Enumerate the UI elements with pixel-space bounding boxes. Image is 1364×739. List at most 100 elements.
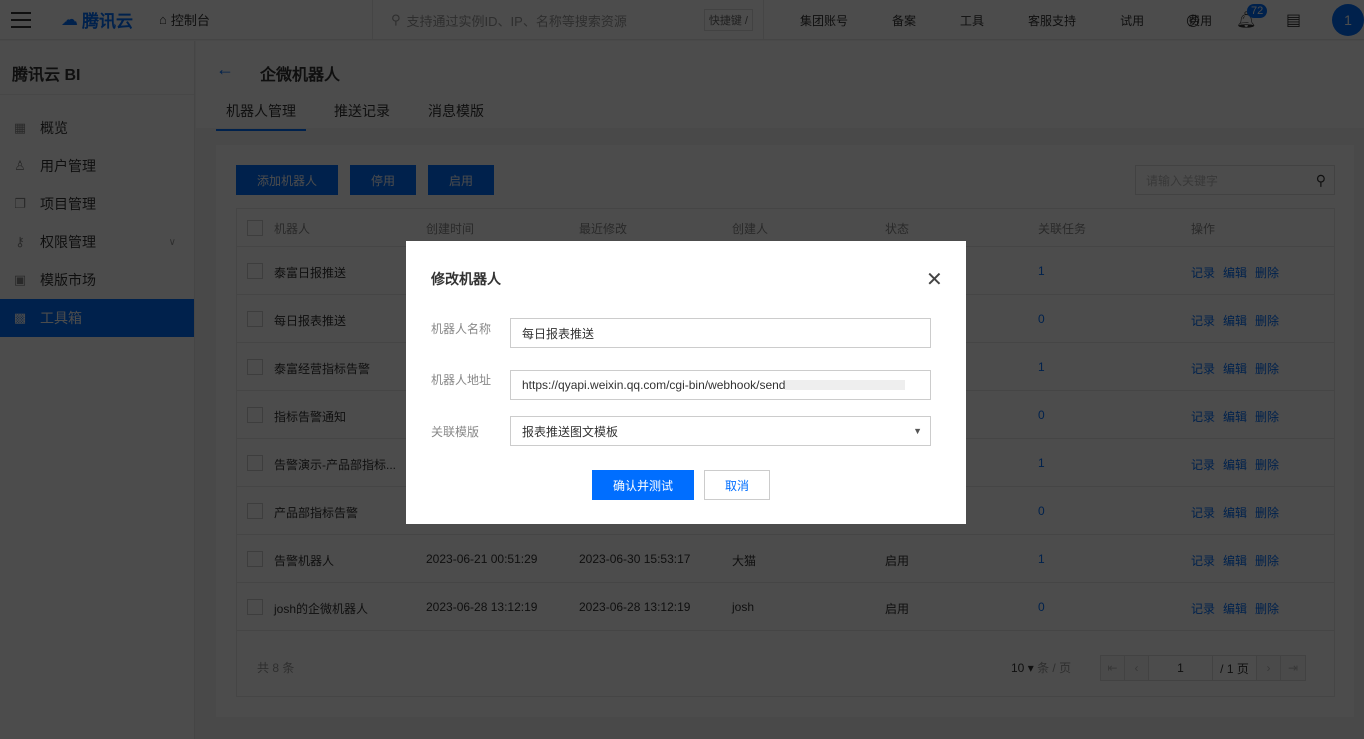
robot-name-input[interactable]: 每日报表推送 xyxy=(510,318,931,348)
disable-button[interactable]: 停用 xyxy=(350,165,416,195)
sidebar-item-users[interactable]: ♙ 用户管理 xyxy=(0,147,194,185)
cell-tasks[interactable]: 0 xyxy=(1038,504,1045,518)
action-edit-link[interactable]: 编辑 xyxy=(1223,600,1247,617)
add-robot-button[interactable]: 添加机器人 xyxy=(236,165,338,195)
action-records-link[interactable]: 记录 xyxy=(1191,408,1215,425)
action-delete-link[interactable]: 删除 xyxy=(1255,312,1279,329)
toolbox-icon: ▩ xyxy=(13,310,27,325)
next-page-icon[interactable]: › xyxy=(1257,656,1281,680)
brand-logo[interactable]: ☁ 腾讯云 xyxy=(61,7,133,32)
prev-page-icon[interactable]: ‹ xyxy=(1125,656,1149,680)
row-checkbox[interactable] xyxy=(247,311,263,327)
nav-group-account[interactable]: 集团账号 xyxy=(800,12,848,29)
cell-tasks[interactable]: 0 xyxy=(1038,312,1045,326)
sidebar: 腾讯云 BI ▦ 概览 ♙ 用户管理 ❐ 项目管理 ⚷ 权限管理 ∨ ▣ 模版市场 ▩ 工具箱 xyxy=(0,41,195,739)
name-label: 机器人名称 xyxy=(431,322,492,336)
action-records-link[interactable]: 记录 xyxy=(1191,552,1215,569)
action-delete-link[interactable]: 删除 xyxy=(1255,552,1279,569)
row-checkbox[interactable] xyxy=(247,503,263,519)
back-arrow-icon[interactable]: ← xyxy=(216,59,234,80)
cell-tasks[interactable]: 0 xyxy=(1038,408,1045,422)
action-delete-link[interactable]: 删除 xyxy=(1255,504,1279,521)
action-edit-link[interactable]: 编辑 xyxy=(1223,360,1247,377)
sidebar-item-toolbox[interactable]: ▩ 工具箱 xyxy=(0,299,194,337)
confirm-test-button[interactable]: 确认并测试 xyxy=(592,470,694,500)
template-value: 报表推送图文模板 xyxy=(522,424,619,439)
page-size-select[interactable]: 10 ▾ 条 / 页 xyxy=(1011,659,1071,676)
cell-tasks[interactable]: 1 xyxy=(1038,360,1045,374)
cell-tasks[interactable]: 1 xyxy=(1038,456,1045,470)
action-delete-link[interactable]: 删除 xyxy=(1255,264,1279,281)
select-all-checkbox[interactable] xyxy=(247,220,263,236)
action-delete-link[interactable]: 删除 xyxy=(1255,600,1279,617)
finance-icon[interactable]: ◎ xyxy=(1186,10,1200,30)
cell-name: 泰富日报推送 xyxy=(274,266,347,280)
chevron-down-icon: ∨ xyxy=(168,236,176,248)
search-icon[interactable]: ⚲ xyxy=(1316,172,1326,189)
page-total: / 1 页 xyxy=(1213,656,1257,680)
row-checkbox[interactable] xyxy=(247,263,263,279)
sidebar-item-label: 用户管理 xyxy=(40,158,96,174)
search-placeholder: 支持通过实例ID、IP、名称等搜索资源 xyxy=(406,13,627,29)
cloud-icon: ☁ xyxy=(61,9,78,29)
action-edit-link[interactable]: 编辑 xyxy=(1223,312,1247,329)
row-checkbox[interactable] xyxy=(247,359,263,375)
sidebar-item-projects[interactable]: ❐ 项目管理 xyxy=(0,185,194,223)
nav-filing[interactable]: 备案 xyxy=(892,12,916,29)
action-edit-link[interactable]: 编辑 xyxy=(1223,504,1247,521)
keyword-search-input[interactable]: 请输入关键字 ⚲ xyxy=(1135,165,1335,195)
row-checkbox[interactable] xyxy=(247,407,263,423)
tab-message-templates[interactable]: 消息模版 xyxy=(418,101,494,131)
robot-name-value: 每日报表推送 xyxy=(522,326,595,341)
row-checkbox[interactable] xyxy=(247,455,263,471)
action-records-link[interactable]: 记录 xyxy=(1191,360,1215,377)
template-label: 关联模版 xyxy=(431,425,480,439)
action-edit-link[interactable]: 编辑 xyxy=(1223,264,1247,281)
sidebar-item-overview[interactable]: ▦ 概览 xyxy=(0,109,194,147)
cell-tasks[interactable]: 0 xyxy=(1038,600,1045,614)
cell-name: 告警机器人 xyxy=(274,554,335,568)
sidebar-item-label: 权限管理 xyxy=(40,234,96,250)
menu-icon[interactable] xyxy=(11,11,31,28)
top-bar: ☁ 腾讯云 ⌂ 控制台 ⚲ 支持通过实例ID、IP、名称等搜索资源 快捷键 / 集团账号… xyxy=(0,0,1364,40)
page-input[interactable]: 1 xyxy=(1149,656,1213,680)
robot-url-input[interactable]: https://qyapi.weixin.qq.com/cgi-bin/webh… xyxy=(510,370,931,400)
first-page-icon[interactable]: ⇤ xyxy=(1101,656,1125,680)
last-page-icon[interactable]: ⇥ xyxy=(1281,656,1305,680)
action-records-link[interactable]: 记录 xyxy=(1191,312,1215,329)
cell-name: 产品部指标告警 xyxy=(274,506,359,520)
sidebar-item-templates[interactable]: ▣ 模版市场 xyxy=(0,261,194,299)
action-records-link[interactable]: 记录 xyxy=(1191,456,1215,473)
nav-tools[interactable]: 工具 xyxy=(960,12,984,29)
row-checkbox[interactable] xyxy=(247,551,263,567)
action-delete-link[interactable]: 删除 xyxy=(1255,456,1279,473)
row-checkbox[interactable] xyxy=(247,599,263,615)
action-records-link[interactable]: 记录 xyxy=(1191,264,1215,281)
action-records-link[interactable]: 记录 xyxy=(1191,600,1215,617)
cell-tasks[interactable]: 1 xyxy=(1038,552,1045,566)
avatar[interactable]: 1 xyxy=(1332,4,1364,36)
cell-name: 每日报表推送 xyxy=(274,314,347,328)
close-icon[interactable]: ✕ xyxy=(926,267,943,292)
settings-panel-icon[interactable]: ▤ xyxy=(1286,10,1301,30)
sidebar-item-permissions[interactable]: ⚷ 权限管理 ∨ xyxy=(0,223,194,261)
nav-trial[interactable]: 试用 xyxy=(1120,12,1144,29)
enable-button[interactable]: 启用 xyxy=(428,165,494,195)
tab-robot-management[interactable]: 机器人管理 xyxy=(216,101,306,131)
cancel-button[interactable]: 取消 xyxy=(704,470,770,500)
template-select[interactable]: 报表推送图文模板 ▼ xyxy=(510,416,931,446)
shortcut-hint: 快捷键 / xyxy=(703,9,753,31)
console-link[interactable]: ⌂ 控制台 xyxy=(159,10,210,29)
action-edit-link[interactable]: 编辑 xyxy=(1223,408,1247,425)
global-search[interactable]: ⚲ 支持通过实例ID、IP、名称等搜索资源 快捷键 / xyxy=(372,0,764,40)
action-edit-link[interactable]: 编辑 xyxy=(1223,456,1247,473)
action-delete-link[interactable]: 删除 xyxy=(1255,408,1279,425)
action-delete-link[interactable]: 删除 xyxy=(1255,360,1279,377)
cell-tasks[interactable]: 1 xyxy=(1038,264,1045,278)
nav-support[interactable]: 客服支持 xyxy=(1028,12,1076,29)
action-records-link[interactable]: 记录 xyxy=(1191,504,1215,521)
sidebar-item-label: 概览 xyxy=(40,120,68,136)
col-actions: 操作 xyxy=(1191,222,1216,236)
tab-push-records[interactable]: 推送记录 xyxy=(324,101,400,131)
action-edit-link[interactable]: 编辑 xyxy=(1223,552,1247,569)
